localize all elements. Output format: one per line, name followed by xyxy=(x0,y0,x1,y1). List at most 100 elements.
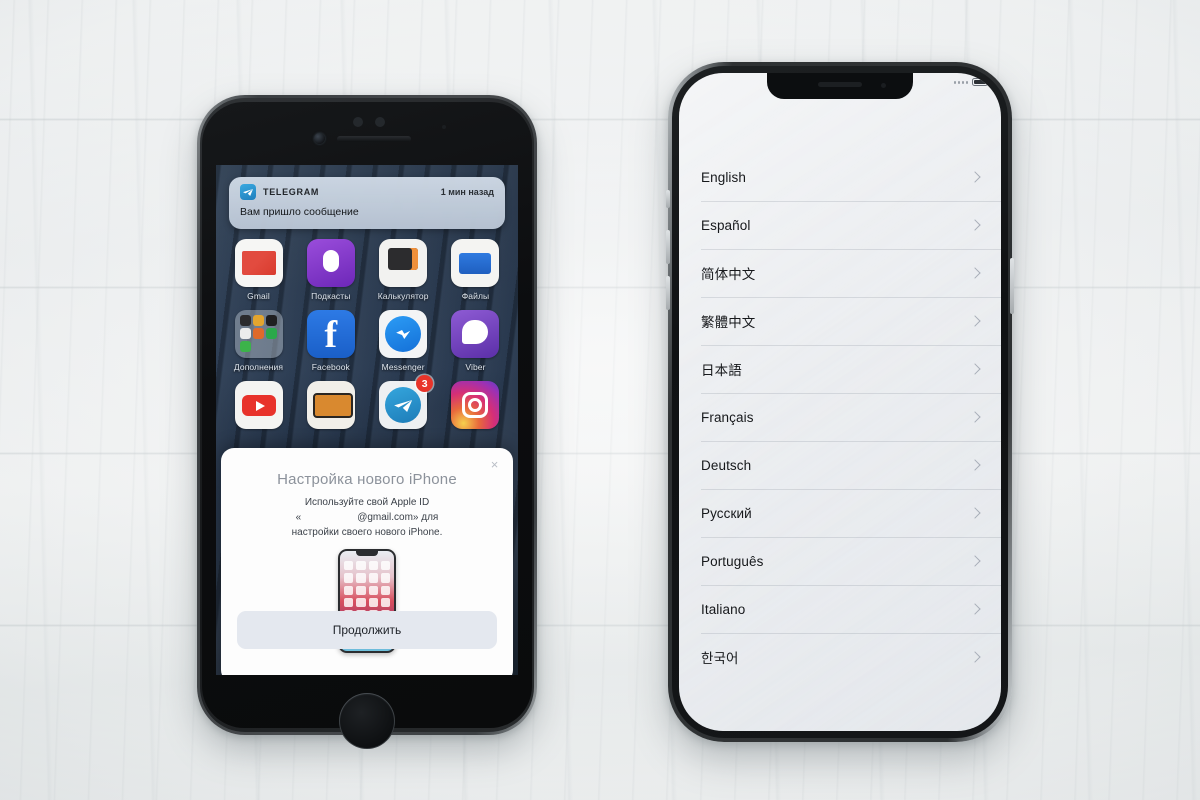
chevron-right-icon xyxy=(969,411,981,423)
files-icon xyxy=(451,239,500,287)
notch xyxy=(767,73,913,99)
notification-app-name: TELEGRAM xyxy=(263,187,320,197)
app-facebook[interactable]: Facebook xyxy=(300,310,361,372)
app-row: 3 xyxy=(228,375,506,429)
ambient-sensor-icon xyxy=(442,125,446,129)
language-row-simplified-chinese[interactable]: 简体中文 xyxy=(679,249,1001,297)
youtube-icon xyxy=(234,381,283,429)
continue-button[interactable]: Продолжить xyxy=(237,611,497,649)
language-row-espanol[interactable]: Español xyxy=(679,201,1001,249)
right-phone-device: English Español 简体中文 繁體中文 日本語 Français D… xyxy=(666,62,1014,742)
app-row: Дополнения Facebook Messenger Viber xyxy=(228,310,506,372)
photo-scene: Gmail Подкасты Калькулятор Файлы Дополне… xyxy=(0,0,1200,800)
language-row-italiano[interactable]: Italiano xyxy=(679,585,1001,633)
app-youtube[interactable] xyxy=(228,381,289,429)
app-label: Файлы xyxy=(461,291,490,301)
battery-icon xyxy=(972,78,990,86)
chevron-right-icon xyxy=(969,603,981,615)
language-label: Português xyxy=(701,553,764,569)
chevron-right-icon xyxy=(969,315,981,327)
language-row-korean[interactable]: 한국어 xyxy=(679,633,1001,681)
home-button[interactable] xyxy=(339,693,395,749)
sensor-dot-icon xyxy=(353,117,363,127)
app-telegram[interactable]: 3 xyxy=(373,375,434,429)
chevron-right-icon xyxy=(969,507,981,519)
app-tachku[interactable] xyxy=(300,381,361,429)
left-phone-device: Gmail Подкасты Калькулятор Файлы Дополне… xyxy=(197,95,537,749)
folder-icon xyxy=(234,310,283,358)
app-label: Gmail xyxy=(247,291,270,301)
close-icon[interactable]: × xyxy=(488,458,501,471)
setup-new-iphone-modal: × Настройка нового iPhone Используйте св… xyxy=(221,448,513,675)
language-label: Español xyxy=(701,217,751,233)
telegram-notification-banner[interactable]: TELEGRAM 1 мин назад Вам пришло сообщени… xyxy=(229,177,505,229)
chevron-right-icon xyxy=(969,219,981,231)
chevron-right-icon xyxy=(969,459,981,471)
volume-up-button[interactable] xyxy=(666,230,670,264)
app-label: Messenger xyxy=(381,362,425,372)
app-row: Gmail Подкасты Калькулятор Файлы xyxy=(228,239,506,301)
app-folder-dopolneniya[interactable]: Дополнения xyxy=(228,310,289,372)
language-row-japanese[interactable]: 日本語 xyxy=(679,345,1001,393)
modal-body-line-1: Используйте свой Apple ID xyxy=(304,497,430,508)
viber-icon xyxy=(451,310,500,358)
chevron-right-icon xyxy=(969,267,981,279)
modal-title: Настройка нового iPhone xyxy=(277,471,457,488)
gmail-icon xyxy=(234,239,283,287)
front-camera-icon xyxy=(314,133,325,144)
app-label: Подкасты xyxy=(311,291,351,301)
status-bar xyxy=(953,78,990,86)
earpiece-speaker-icon xyxy=(818,82,862,87)
telegram-icon xyxy=(240,184,256,200)
language-label: Deutsch xyxy=(701,457,752,473)
app-label: Дополнения xyxy=(233,362,284,372)
app-messenger[interactable]: Messenger xyxy=(373,310,434,372)
app-gmail[interactable]: Gmail xyxy=(228,239,289,301)
app-files[interactable]: Файлы xyxy=(445,239,506,301)
app-viber[interactable]: Viber xyxy=(445,310,506,372)
chevron-right-icon xyxy=(969,171,981,183)
language-label: Italiano xyxy=(701,601,746,617)
language-label: 日本語 xyxy=(701,363,742,378)
sensor-dot-icon xyxy=(375,117,385,127)
signal-dots-icon xyxy=(953,80,968,84)
app-instagram[interactable] xyxy=(445,381,506,429)
earpiece-speaker-icon xyxy=(337,136,411,142)
language-label: English xyxy=(701,169,746,185)
language-row-francais[interactable]: Français xyxy=(679,393,1001,441)
wood-vignette xyxy=(0,0,1200,800)
language-row-traditional-chinese[interactable]: 繁體中文 xyxy=(679,297,1001,345)
modal-body-line-3: настройки своего нового iPhone. xyxy=(291,527,443,538)
illustration-notch xyxy=(356,551,378,556)
volume-down-button[interactable] xyxy=(666,276,670,310)
language-label: 한국어 xyxy=(701,651,739,666)
modal-body-line-2: « @gmail.com» для xyxy=(237,510,497,525)
notification-message: Вам пришло сообщение xyxy=(240,206,359,218)
podcasts-icon xyxy=(306,239,355,287)
front-camera-icon xyxy=(881,83,886,88)
language-row-deutsch[interactable]: Deutsch xyxy=(679,441,1001,489)
instagram-icon xyxy=(451,381,500,429)
chevron-right-icon xyxy=(969,363,981,375)
language-label: 简体中文 xyxy=(701,267,756,282)
notification-badge: 3 xyxy=(416,375,434,392)
chevron-right-icon xyxy=(969,651,981,663)
language-label: Русский xyxy=(701,505,752,521)
app-label: Калькулятор xyxy=(377,291,429,301)
language-row-english[interactable]: English xyxy=(679,153,1001,201)
language-row-portugues[interactable]: Português xyxy=(679,537,1001,585)
chevron-right-icon xyxy=(969,555,981,567)
left-phone-glass: Gmail Подкасты Калькулятор Файлы Дополне… xyxy=(202,102,532,728)
language-row-russian[interactable]: Русский xyxy=(679,489,1001,537)
ring-silent-switch[interactable] xyxy=(666,190,670,208)
app-podcasts[interactable]: Подкасты xyxy=(300,239,361,301)
app-calculator[interactable]: Калькулятор xyxy=(373,239,434,301)
power-button[interactable] xyxy=(1010,258,1014,314)
tachku-icon xyxy=(306,381,355,429)
modal-body-text: Используйте свой Apple ID « @gmail.com» д… xyxy=(237,495,497,540)
app-label: Facebook xyxy=(311,362,350,372)
left-phone-top-bezel xyxy=(202,102,532,165)
language-label: 繁體中文 xyxy=(701,315,756,330)
messenger-icon xyxy=(379,310,428,358)
quote-open: « xyxy=(295,512,302,523)
